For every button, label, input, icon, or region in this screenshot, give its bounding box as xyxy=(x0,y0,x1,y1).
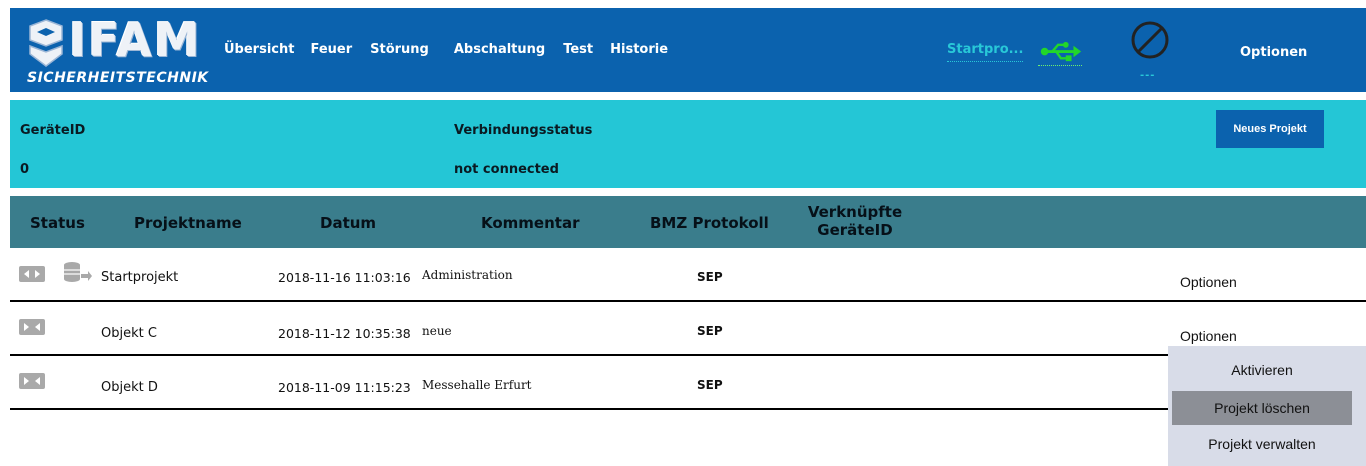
project-protocol: SEP xyxy=(697,270,723,284)
col-linked-device[interactable]: Verknüpfte GeräteID xyxy=(800,203,910,239)
usb-icon[interactable] xyxy=(1038,40,1082,66)
menu-item-projekt-verwalten[interactable]: Projekt verwalten xyxy=(1172,427,1352,461)
project-comment: neue xyxy=(422,324,452,338)
device-id-label: GeräteID xyxy=(20,123,86,138)
project-date: 2018-11-16 11:03:16 xyxy=(278,270,411,285)
nav-historie[interactable]: Historie xyxy=(610,42,668,57)
status-placeholder: --- xyxy=(1140,70,1156,81)
main-nav: Übersicht Feuer Störung Abschaltung Test… xyxy=(224,42,695,57)
nav-abschaltung[interactable]: Abschaltung xyxy=(454,42,545,57)
ifam-shield-logo-icon xyxy=(29,19,63,67)
project-comment: Administration xyxy=(422,268,513,282)
disconnected-icon[interactable] xyxy=(1130,20,1170,60)
current-project-link[interactable]: Startpro... xyxy=(947,42,1024,62)
connection-value: not connected xyxy=(454,162,559,177)
top-header: IFAM SICHERHEITSTECHNIK Übersicht Feuer … xyxy=(10,8,1366,92)
connection-label: Verbindungsstatus xyxy=(454,123,593,138)
project-protocol: SEP xyxy=(697,378,723,392)
col-linked-line1: Verknüpfte xyxy=(807,203,903,221)
nav-test[interactable]: Test xyxy=(563,42,593,57)
menu-item-aktivieren[interactable]: Aktivieren xyxy=(1172,353,1352,387)
device-info-bar: GeräteID 0 Verbindungsstatus not connect… xyxy=(10,100,1366,188)
device-id-value: 0 xyxy=(20,162,30,177)
table-row[interactable]: Objekt C 2018-11-12 10:35:38 neue SEP Op… xyxy=(10,302,1366,356)
connect-arrows-icon[interactable] xyxy=(18,263,46,285)
col-status[interactable]: Status xyxy=(30,214,85,232)
project-date: 2018-11-09 11:15:23 xyxy=(278,380,411,395)
col-bmz-protokoll[interactable]: BMZ Protokoll xyxy=(650,214,769,232)
project-date: 2018-11-12 10:35:38 xyxy=(278,326,411,341)
col-linked-line2: GeräteID xyxy=(817,221,893,239)
ifam-logo[interactable]: IFAM SICHERHEITSTECHNIK xyxy=(27,13,217,86)
col-kommentar[interactable]: Kommentar xyxy=(481,214,579,232)
project-name: Objekt C xyxy=(101,326,157,341)
row-options-link[interactable]: Optionen xyxy=(1180,328,1237,344)
project-protocol: SEP xyxy=(697,324,723,338)
connect-arrows-icon[interactable] xyxy=(18,316,46,338)
header-options-link[interactable]: Optionen xyxy=(1240,45,1307,60)
nav-stoerung[interactable]: Störung xyxy=(370,42,429,57)
brand-name: IFAM xyxy=(69,13,202,67)
connect-arrows-icon[interactable] xyxy=(18,370,46,392)
row-options-link[interactable]: Optionen xyxy=(1180,274,1237,290)
new-project-button[interactable]: Neues Projekt xyxy=(1216,110,1324,148)
brand-subtitle: SICHERHEITSTECHNIK xyxy=(27,70,209,86)
database-export-icon[interactable] xyxy=(62,260,92,286)
row-options-menu: Aktivieren Projekt löschen Projekt verwa… xyxy=(1168,346,1366,466)
col-projektname[interactable]: Projektname xyxy=(134,214,242,232)
col-datum[interactable]: Datum xyxy=(320,214,376,232)
menu-item-projekt-loeschen[interactable]: Projekt löschen xyxy=(1172,391,1352,425)
table-row[interactable]: Startprojekt 2018-11-16 11:03:16 Adminis… xyxy=(10,248,1366,302)
nav-feuer[interactable]: Feuer xyxy=(310,42,352,57)
project-name: Objekt D xyxy=(101,380,158,395)
table-row[interactable]: Objekt D 2018-11-09 11:15:23 Messehalle … xyxy=(10,356,1366,410)
project-comment: Messehalle Erfurt xyxy=(422,378,532,392)
project-table-header: Status Projektname Datum Kommentar BMZ P… xyxy=(10,196,1366,248)
project-name: Startprojekt xyxy=(101,270,179,285)
nav-uebersicht[interactable]: Übersicht xyxy=(224,42,294,57)
